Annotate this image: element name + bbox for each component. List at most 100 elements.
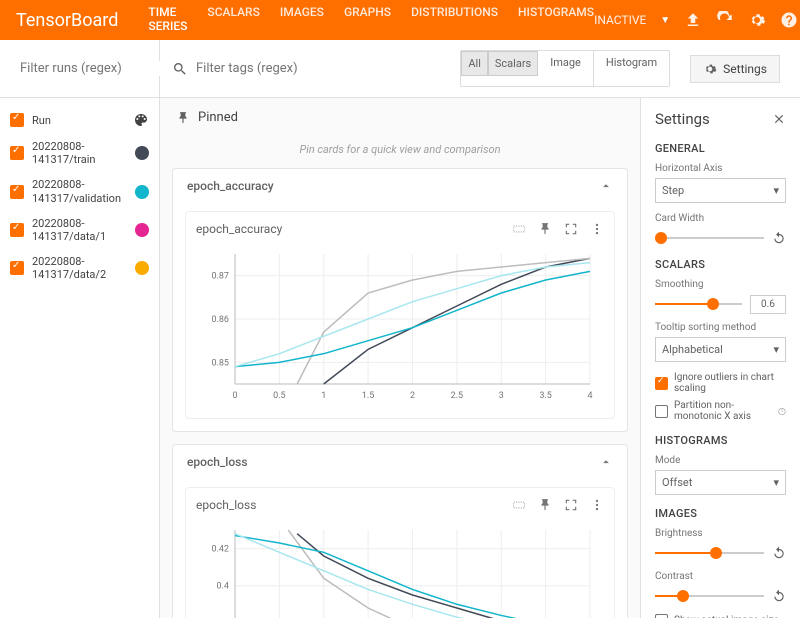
run-item[interactable]: 20220808-141317/data/2 xyxy=(10,249,149,287)
chip-scalars[interactable]: Scalars xyxy=(488,51,538,76)
toolbar: All Scalars Image Histogram Settings xyxy=(0,40,800,98)
reset-icon[interactable] xyxy=(772,546,786,560)
checkbox-partition[interactable] xyxy=(655,405,668,418)
runs-header: Run xyxy=(10,106,149,134)
card-title: epoch_accuracy xyxy=(196,222,282,236)
chart-card: epoch_accuracy 00.511.522.533.540.850.86… xyxy=(185,211,615,419)
section-header[interactable]: epoch_accuracy xyxy=(173,169,627,203)
status-label[interactable]: INACTIVE xyxy=(594,13,646,27)
refresh-icon[interactable] xyxy=(716,11,734,29)
run-item[interactable]: 20220808-141317/train xyxy=(10,134,149,172)
type-filter: All Scalars Image Histogram xyxy=(460,50,670,87)
color-dot[interactable] xyxy=(135,146,149,160)
nav-tabs: TIME SERIES SCALARS IMAGES GRAPHS DISTRI… xyxy=(148,0,594,48)
group-scalars: SCALARS xyxy=(655,258,786,271)
svg-text:0.42: 0.42 xyxy=(211,545,229,555)
slider-brightness[interactable] xyxy=(655,545,786,561)
palette-icon[interactable] xyxy=(133,112,149,128)
section-epoch_accuracy: epoch_accuracy epoch_accuracy 00.511.522… xyxy=(172,168,628,432)
chip-image[interactable]: Image xyxy=(538,51,594,86)
settings-button-label: Settings xyxy=(723,62,767,76)
filter-runs-box xyxy=(0,40,160,97)
pin-icon[interactable] xyxy=(538,222,552,236)
fullscreen-icon[interactable] xyxy=(564,222,578,236)
checkbox-actual-size[interactable] xyxy=(655,614,668,618)
help-icon[interactable] xyxy=(780,11,798,29)
svg-text:0: 0 xyxy=(232,391,237,401)
card-title: epoch_loss xyxy=(196,498,256,512)
upload-icon[interactable] xyxy=(684,11,702,29)
select-haxis[interactable]: Step▾ xyxy=(655,178,786,203)
slider-smoothing[interactable]: 0.6 xyxy=(655,296,786,312)
pinned-header[interactable]: Pinned xyxy=(172,98,628,137)
fit-icon[interactable] xyxy=(512,498,526,512)
pinned-hint: Pin cards for a quick view and compariso… xyxy=(172,137,628,168)
group-images: IMAGES xyxy=(655,507,786,520)
filter-tags-box: All Scalars Image Histogram Settings xyxy=(160,40,800,97)
settings-button[interactable]: Settings xyxy=(690,55,780,83)
smoothing-value[interactable]: 0.6 xyxy=(750,295,786,314)
chip-histogram[interactable]: Histogram xyxy=(594,51,669,86)
checkbox-all[interactable] xyxy=(10,113,24,127)
checkbox-outliers[interactable] xyxy=(655,377,668,390)
runs-sidebar: Run 20220808-141317/train20220808-141317… xyxy=(0,98,160,618)
chart[interactable]: 00.511.522.533.540.380.40.42 xyxy=(196,520,604,618)
checkbox[interactable] xyxy=(10,223,24,237)
tab-distributions[interactable]: DISTRIBUTIONS xyxy=(411,0,498,48)
run-item[interactable]: 20220808-141317/data/1 xyxy=(10,211,149,249)
settings-title: Settings xyxy=(655,110,710,128)
header-right: INACTIVE ▼ xyxy=(594,11,798,29)
svg-text:3.5: 3.5 xyxy=(539,391,552,401)
svg-text:0.5: 0.5 xyxy=(273,391,286,401)
label-contrast: Contrast xyxy=(655,571,786,582)
filter-tags-input[interactable] xyxy=(196,61,452,76)
svg-text:0.87: 0.87 xyxy=(211,272,229,282)
checkbox[interactable] xyxy=(10,261,24,275)
svg-text:?: ? xyxy=(781,409,783,415)
more-icon[interactable] xyxy=(590,222,604,236)
color-dot[interactable] xyxy=(135,223,149,237)
reset-icon[interactable] xyxy=(772,231,786,245)
color-dot[interactable] xyxy=(135,185,149,199)
color-dot[interactable] xyxy=(135,261,149,275)
svg-text:2.5: 2.5 xyxy=(451,391,464,401)
chip-all[interactable]: All xyxy=(461,51,488,76)
close-icon[interactable] xyxy=(772,112,786,126)
group-general: GENERAL xyxy=(655,142,786,155)
slider-cardwidth[interactable] xyxy=(655,230,786,246)
select-tooltip[interactable]: Alphabetical▾ xyxy=(655,337,786,362)
pinned-label: Pinned xyxy=(198,110,238,125)
chart[interactable]: 00.511.522.533.540.850.860.87 xyxy=(196,244,604,404)
select-mode[interactable]: Offset▾ xyxy=(655,470,786,495)
svg-text:4: 4 xyxy=(587,391,592,401)
slider-contrast[interactable] xyxy=(655,588,786,604)
tab-histograms[interactable]: HISTOGRAMS xyxy=(518,0,594,48)
label-brightness: Brightness xyxy=(655,528,786,539)
label-haxis: Horizontal Axis xyxy=(655,163,786,174)
checkbox[interactable] xyxy=(10,146,24,160)
dropdown-icon[interactable]: ▼ xyxy=(660,15,670,26)
svg-text:3: 3 xyxy=(499,391,504,401)
reset-icon[interactable] xyxy=(772,589,786,603)
svg-text:2: 2 xyxy=(410,391,415,401)
label-mode: Mode xyxy=(655,455,786,466)
label-cardwidth: Card Width xyxy=(655,213,786,224)
fit-icon[interactable] xyxy=(512,222,526,236)
section-header[interactable]: epoch_loss xyxy=(173,445,627,479)
content-area: Pinned Pin cards for a quick view and co… xyxy=(160,98,640,618)
help-icon[interactable]: ? xyxy=(778,406,786,417)
svg-text:0.86: 0.86 xyxy=(211,315,229,325)
run-item[interactable]: 20220808-141317/validation xyxy=(10,172,149,210)
more-icon[interactable] xyxy=(590,498,604,512)
gear-icon[interactable] xyxy=(748,11,766,29)
checkbox[interactable] xyxy=(10,185,24,199)
app-header: TensorBoard TIME SERIES SCALARS IMAGES G… xyxy=(0,0,800,40)
tab-scalars[interactable]: SCALARS xyxy=(207,0,259,48)
pin-icon[interactable] xyxy=(538,498,552,512)
tab-graphs[interactable]: GRAPHS xyxy=(344,0,391,48)
group-histograms: HISTOGRAMS xyxy=(655,434,786,447)
brand-title: TensorBoard xyxy=(16,10,118,31)
main: Run 20220808-141317/train20220808-141317… xyxy=(0,98,800,618)
fullscreen-icon[interactable] xyxy=(564,498,578,512)
tab-images[interactable]: IMAGES xyxy=(280,0,324,48)
